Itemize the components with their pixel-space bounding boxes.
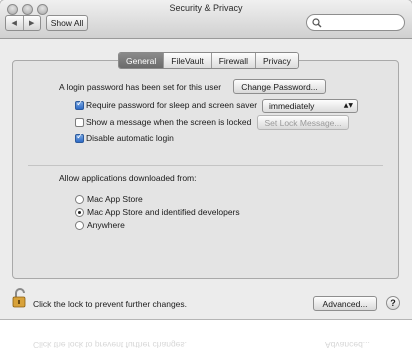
require-password-label: Require password for sleep and screen sa… <box>86 100 258 110</box>
radio-anywhere-label: Anywhere <box>87 220 125 230</box>
radio-mac-app-store-label: Mac App Store <box>87 194 143 204</box>
window-reflection: Click the lock to prevent further change… <box>0 321 412 354</box>
preferences-window: Security & Privacy ◀ ▶ Show All General … <box>0 0 412 319</box>
radio-identified-developers-label: Mac App Store and identified developers <box>87 207 240 217</box>
reflection-advanced-text: Advanced... <box>325 340 370 350</box>
title-bar: Security & Privacy ◀ ▶ Show All <box>0 0 412 39</box>
help-button[interactable]: ? <box>386 296 400 310</box>
tab-bar: General FileVault Firewall Privacy <box>118 52 299 69</box>
require-password-delay-select[interactable]: immediately ▲▼ <box>262 99 358 113</box>
forward-button[interactable]: ▶ <box>24 16 41 30</box>
show-all-button[interactable]: Show All <box>46 15 88 31</box>
show-message-label: Show a message when the screen is locked <box>86 117 252 127</box>
show-message-checkbox[interactable] <box>75 118 84 127</box>
radio-mac-app-store[interactable] <box>75 195 84 204</box>
lock-icon[interactable] <box>12 288 28 310</box>
tab-firewall[interactable]: Firewall <box>211 53 256 68</box>
radio-anywhere[interactable] <box>75 221 84 230</box>
back-forward-control: ◀ ▶ <box>5 15 41 31</box>
disable-auto-login-checkbox[interactable] <box>75 132 84 143</box>
window-title: Security & Privacy <box>169 3 243 13</box>
section-divider <box>28 165 383 166</box>
tab-privacy[interactable]: Privacy <box>255 53 298 68</box>
allow-apps-heading: Allow applications downloaded from: <box>59 173 197 183</box>
advanced-button[interactable]: Advanced... <box>313 296 377 311</box>
set-lock-message-button[interactable]: Set Lock Message... <box>257 115 349 130</box>
general-pane <box>12 60 399 279</box>
radio-identified-developers[interactable] <box>75 208 84 217</box>
change-password-button[interactable]: Change Password... <box>233 79 326 94</box>
search-icon <box>312 18 322 30</box>
reflection-lock-text: Click the lock to prevent further change… <box>33 340 188 350</box>
select-arrows-icon: ▲▼ <box>343 102 353 109</box>
lock-status-text: Click the lock to prevent further change… <box>33 299 188 309</box>
tab-filevault[interactable]: FileVault <box>164 53 212 68</box>
back-button[interactable]: ◀ <box>6 16 24 30</box>
tab-general[interactable]: General <box>119 53 165 68</box>
login-password-text: A login password has been set for this u… <box>59 82 222 92</box>
require-password-delay-value: immediately <box>269 101 315 111</box>
disable-auto-login-label: Disable automatic login <box>86 133 174 143</box>
search-field[interactable] <box>306 14 405 31</box>
require-password-checkbox[interactable] <box>75 99 84 110</box>
